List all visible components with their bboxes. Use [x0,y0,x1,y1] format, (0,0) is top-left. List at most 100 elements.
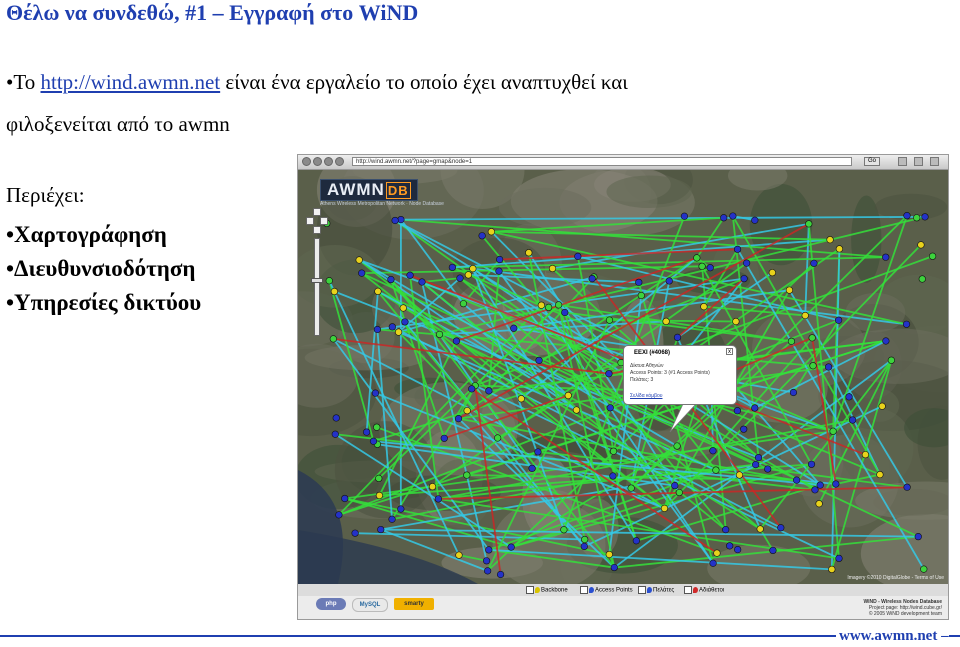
pan-right-icon[interactable] [320,217,328,225]
legend-backbone[interactable]: Backbone [526,586,568,594]
node-pin-icon [777,524,785,532]
node-pin-icon [463,407,471,415]
map-zoom-control[interactable] [306,208,328,338]
node-pin-icon [807,460,816,468]
node-pin-icon [369,437,378,445]
node-pin-icon [605,316,614,324]
checkbox-icon[interactable] [638,586,646,594]
map-credit: Imagery ©2010 DigitalGlobe - Terms of Us… [847,575,944,581]
node-pin-icon [769,546,777,555]
node-pin-icon [756,525,764,533]
node-pin-icon [528,464,536,472]
node-pin-icon [743,259,751,267]
node-pin-icon [560,526,568,534]
legend-access-points[interactable]: Access Points [580,586,633,594]
node-pin-icon [740,425,748,433]
contains-label: Περιέχει: [6,183,85,207]
node-pin-icon [832,480,840,488]
node-pin-icon [665,277,673,285]
tools-icon[interactable] [914,157,923,166]
node-pin-icon [434,495,442,503]
go-button[interactable]: Go [864,157,880,166]
popup-node-link[interactable]: Σελίδα κόμβου [630,393,663,399]
node-pin-icon [494,434,502,442]
node-pin-icon [826,236,834,244]
mysql-badge[interactable]: MySQL [352,598,388,612]
node-pin-icon [332,414,340,422]
node-pin-icon [564,391,572,400]
node-pin-icon [331,430,339,438]
node-pin-icon [810,259,818,267]
checkbox-icon[interactable] [526,586,534,594]
address-bar[interactable]: http://wind.awmn.net/?page=gmap&node=1 [352,157,852,166]
footer-credits: WiND - Wireless Nodes Database Project p… [863,599,942,617]
satellite-map[interactable]: AWMN DB Athens Wireless Metropolitan Netw… [298,170,948,584]
checkbox-icon[interactable] [684,586,692,594]
node-pin-icon [459,300,468,308]
node-pin-icon [732,317,740,326]
terrain-patch [606,175,692,209]
node-pin-icon [835,554,843,563]
back-icon[interactable] [302,157,311,166]
node-pin-icon [828,565,836,574]
node-pin-icon [882,337,890,345]
list-item: •Υπηρεσίες δικτύου [6,290,202,315]
node-pin-icon [580,542,588,551]
node-pin-icon [627,484,635,492]
legend-clients[interactable]: Πελάτες [638,586,674,594]
wind-link[interactable]: http://wind.awmn.net [41,70,221,94]
node-pin-icon [535,356,543,364]
node-pin-icon [485,546,493,554]
node-pin-icon [358,269,366,277]
node-pin-icon [517,395,525,403]
node-pin-icon [391,216,399,225]
map-legend: Backbone Access Points Πελάτες Αδιάθετοι [298,584,948,596]
node-pin-icon [914,533,922,541]
reload-icon[interactable] [324,157,333,166]
legend-unassigned[interactable]: Αδιάθετοι [684,586,724,594]
checkbox-icon[interactable] [580,586,588,594]
node-pin-icon [712,466,720,474]
node-pin-icon [709,559,717,567]
node-pin-icon [734,545,742,554]
node-pin-icon [351,529,359,537]
node-pin-icon [374,287,382,296]
bookmark-icon[interactable] [898,157,907,166]
zoom-handle[interactable] [311,278,323,283]
node-pin-icon [377,525,385,534]
forward-icon[interactable] [313,157,322,166]
footer-site: www.awmn.net – [839,628,949,644]
smarty-badge[interactable]: smarty [394,598,434,610]
pan-down-icon[interactable] [313,226,321,234]
node-pin-icon [673,442,681,450]
node-pin-icon [487,228,495,236]
node-pin-icon [574,252,582,260]
node-pin-icon [399,304,407,312]
node-pin-icon [548,264,557,273]
php-badge[interactable]: php [316,598,346,610]
list-item: •Διευθυνσιοδότηση [6,256,196,281]
node-pin-icon [435,330,444,339]
node-pin-icon [918,275,926,283]
menu-icon[interactable] [930,157,939,166]
node-pin-icon [496,570,505,579]
node-pin-icon [752,461,760,469]
home-icon[interactable] [335,157,344,166]
node-pin-icon [913,214,921,222]
node-pin-icon [861,451,870,459]
yellow-pin-icon [535,587,540,593]
close-icon[interactable]: x [726,348,733,355]
node-pin-icon [545,303,553,312]
node-pin-icon [455,551,463,559]
node-pin-icon [920,565,928,573]
node-pin-icon [713,549,721,557]
node-pin-icon [418,278,426,286]
terrain-patch [860,513,948,584]
node-pin-icon [706,264,714,272]
zoom-slider[interactable] [314,238,320,336]
node-pin-icon [605,370,613,378]
node-pin-icon [525,249,533,257]
pan-left-icon[interactable] [306,217,314,225]
pan-up-icon[interactable] [313,208,321,216]
node-pin-icon [355,256,363,264]
